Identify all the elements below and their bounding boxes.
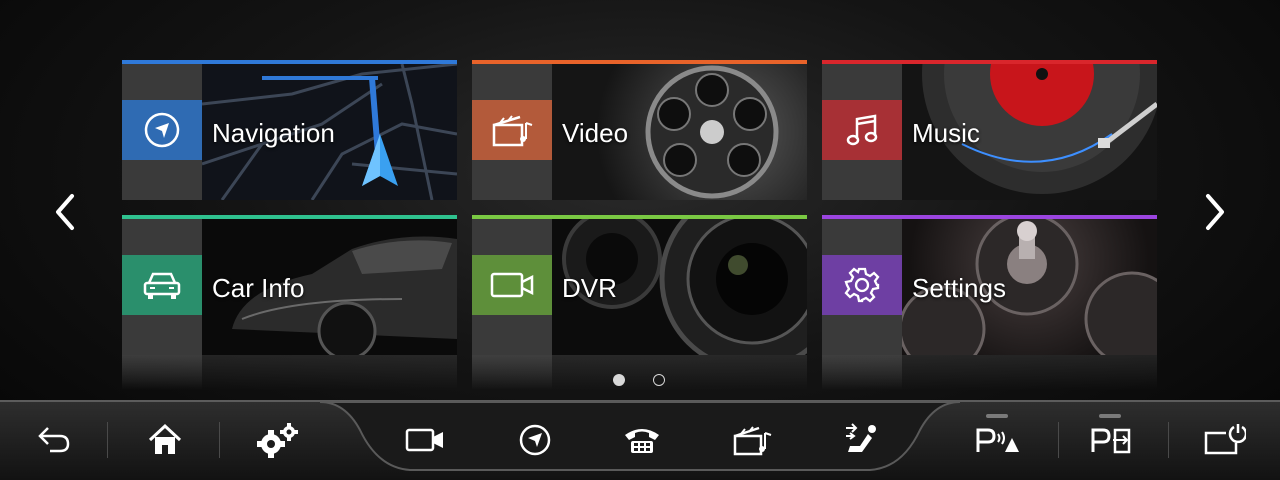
system-settings-button[interactable] xyxy=(247,410,307,470)
tile-video[interactable]: Video xyxy=(472,60,807,200)
navigation-dock-button[interactable] xyxy=(505,410,565,470)
home-icon xyxy=(148,423,182,454)
video-icon-box xyxy=(472,100,552,160)
page-indicator xyxy=(613,374,665,386)
camera-icon xyxy=(490,272,534,298)
parking-sensor-icon xyxy=(976,428,1019,452)
parking-sensor-button[interactable] xyxy=(968,410,1028,470)
dvr-icon-box xyxy=(472,255,552,315)
tile-reflection xyxy=(822,352,1157,390)
tile-label: Car Info xyxy=(212,273,305,303)
tile-label: Music xyxy=(912,118,980,148)
tile-label: Settings xyxy=(912,273,1006,303)
navigation-arrow-icon xyxy=(144,112,180,148)
chevron-left-icon xyxy=(56,194,74,230)
navigation-icon-box xyxy=(122,100,202,160)
gear-icon xyxy=(844,267,880,303)
dvr-dock-button[interactable] xyxy=(395,410,455,470)
dock-divider xyxy=(1168,422,1169,458)
back-icon xyxy=(38,427,70,453)
phone-dock-button[interactable] xyxy=(612,410,672,470)
auto-park-icon xyxy=(1091,428,1131,454)
tile-label: Navigation xyxy=(212,118,335,148)
music-icon-box xyxy=(822,100,902,160)
dock-divider xyxy=(1058,422,1059,458)
next-page-button[interactable] xyxy=(1196,188,1236,236)
previous-page-button[interactable] xyxy=(44,188,84,236)
chevron-right-icon xyxy=(1206,194,1224,230)
tile-navigation[interactable]: Navigation xyxy=(122,60,457,200)
tile-reflection xyxy=(122,352,457,390)
screen-off-button[interactable] xyxy=(1194,410,1254,470)
dock-divider xyxy=(219,422,220,458)
video-camera-icon xyxy=(405,428,443,452)
tile-car-info[interactable]: Car Info xyxy=(122,215,457,355)
navigation-icon xyxy=(519,424,551,456)
video-dock-button[interactable] xyxy=(722,410,782,470)
gears-icon xyxy=(257,423,298,458)
climate-dock-button[interactable] xyxy=(832,410,892,470)
settings-icon-box xyxy=(822,255,902,315)
clapperboard-icon xyxy=(733,426,772,456)
page-dot-active[interactable] xyxy=(613,374,625,386)
tile-label: DVR xyxy=(562,273,617,303)
music-note-icon xyxy=(846,114,878,146)
tile-music[interactable]: Music xyxy=(822,60,1157,200)
dock-divider xyxy=(107,422,108,458)
back-button[interactable] xyxy=(24,410,84,470)
phone-icon xyxy=(625,429,659,453)
car-info-icon-box xyxy=(122,255,202,315)
tile-dvr[interactable]: DVR xyxy=(472,215,807,355)
tile-label: Video xyxy=(562,118,629,148)
tile-settings[interactable]: Settings xyxy=(822,215,1157,355)
screen-power-icon xyxy=(1204,424,1246,455)
seat-airflow-icon xyxy=(846,423,876,452)
page-dot-inactive[interactable] xyxy=(653,374,665,386)
auto-park-button[interactable] xyxy=(1081,410,1141,470)
car-icon xyxy=(143,272,181,299)
clapperboard-icon xyxy=(492,115,533,147)
home-button[interactable] xyxy=(135,410,195,470)
